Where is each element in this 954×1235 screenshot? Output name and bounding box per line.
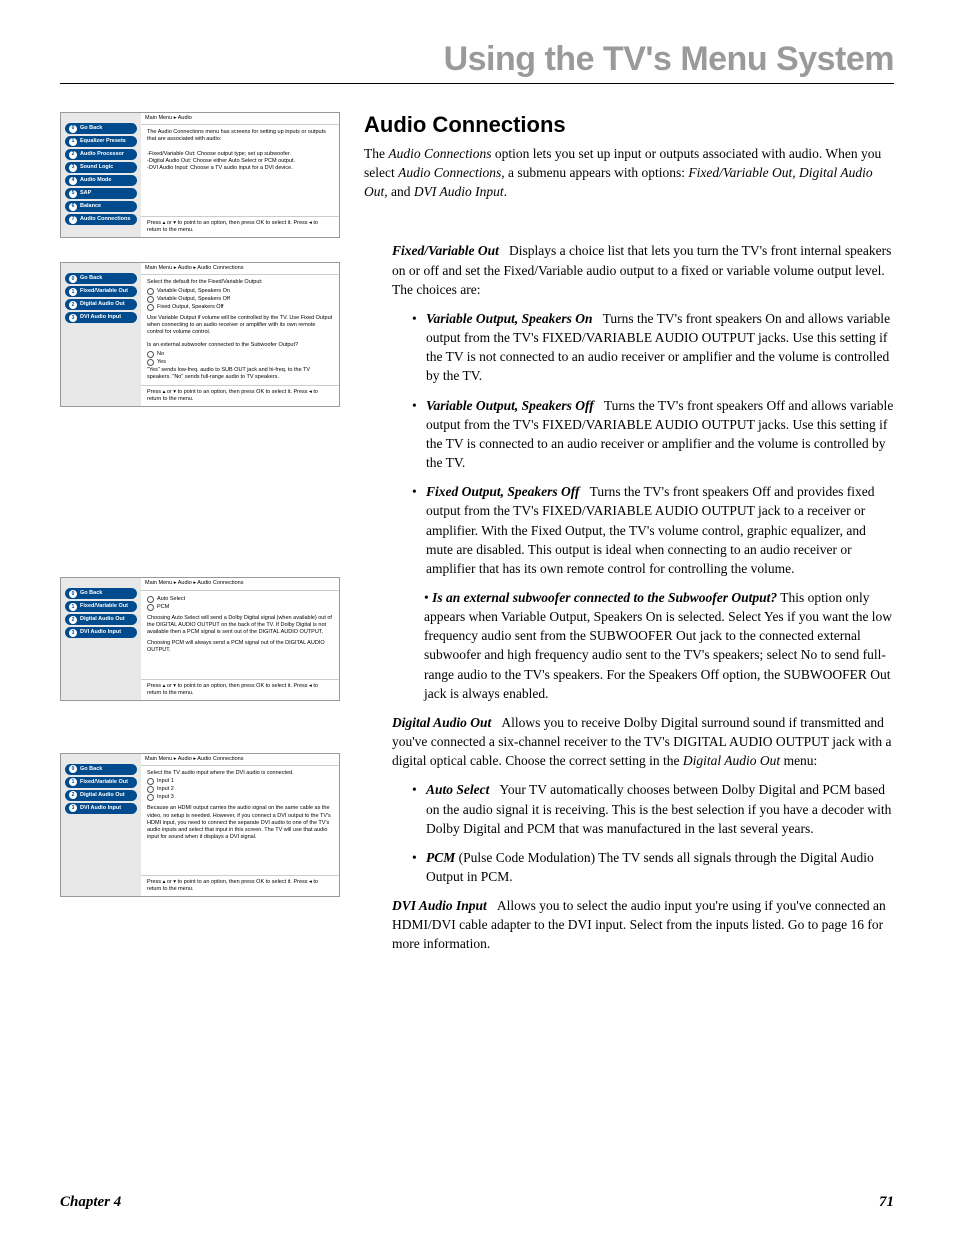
radio-option[interactable]: Auto Select (147, 596, 333, 603)
radio-option[interactable]: Fixed Output, Speakers Off (147, 304, 333, 311)
menu-body: Select the TV audio input where the DVI … (141, 766, 339, 875)
menu-item[interactable]: 0Go Back (65, 588, 137, 599)
menu-item[interactable]: 3Sound Logic (65, 162, 137, 173)
menu-screenshot-fixed-variable: 0Go Back 1Fixed/Variable Out 2Digital Au… (60, 262, 340, 407)
dvi-paragraph: DVI Audio Input Allows you to select the… (392, 896, 894, 953)
intro-paragraph: The Audio Connections option lets you se… (364, 144, 894, 201)
menu-footer: Press ▴ or ▾ to point to an option, then… (141, 216, 339, 237)
list-item: Variable Output, Speakers On Turns the T… (412, 309, 894, 386)
menu-item[interactable]: 0Go Back (65, 764, 137, 775)
page-title: Using the TV's Menu System (60, 40, 894, 79)
radio-option[interactable]: Yes (147, 359, 333, 366)
menu-item[interactable]: 3DVI Audio Input (65, 312, 137, 323)
right-column: Audio Connections The Audio Connections … (364, 112, 894, 964)
menu-footer: Press ▴ or ▾ to point to an option, then… (141, 385, 339, 406)
menu-nav: 0Go Back 1Fixed/Variable Out 2Digital Au… (61, 754, 141, 897)
section-heading: Audio Connections (364, 112, 894, 138)
list-item: PCM (Pulse Code Modulation) The TV sends… (412, 848, 894, 886)
menu-body: Auto Select PCM Choosing Auto Select wil… (141, 591, 339, 679)
menu-body: Select the default for the Fixed/Variabl… (141, 275, 339, 385)
page: Using the TV's Menu System 0Go Back 1Equ… (0, 0, 954, 994)
menu-item[interactable]: 0Go Back (65, 123, 137, 134)
breadcrumb: Main Menu ▸ Audio ▸ Audio Connections (141, 754, 339, 766)
menu-item[interactable]: 1Fixed/Variable Out (65, 777, 137, 788)
menu-item[interactable]: 3DVI Audio Input (65, 803, 137, 814)
menu-footer: Press ▴ or ▾ to point to an option, then… (141, 679, 339, 700)
menu-body: The Audio Connections menu has screens f… (141, 125, 339, 216)
fvo-paragraph: Fixed/Variable Out Displays a choice lis… (392, 241, 894, 298)
menu-item[interactable]: 6Balance (65, 201, 137, 212)
list-item: • Is an external subwoofer connected to … (412, 588, 894, 703)
breadcrumb: Main Menu ▸ Audio ▸ Audio Connections (141, 578, 339, 590)
title-rule (60, 83, 894, 84)
menu-nav: 0Go Back 1Fixed/Variable Out 2Digital Au… (61, 578, 141, 699)
list-item: Auto Select Your TV automatically choose… (412, 780, 894, 837)
radio-option[interactable]: No (147, 351, 333, 358)
left-column: 0Go Back 1Equalizer Presets 2Audio Proce… (60, 112, 340, 964)
breadcrumb: Main Menu ▸ Audio ▸ Audio Connections (141, 263, 339, 275)
menu-item[interactable]: 7Audio Connections (65, 214, 137, 225)
radio-option[interactable]: Variable Output, Speakers On (147, 288, 333, 295)
two-column-layout: 0Go Back 1Equalizer Presets 2Audio Proce… (60, 112, 894, 964)
menu-item[interactable]: 5SAP (65, 188, 137, 199)
menu-item[interactable]: 1Fixed/Variable Out (65, 601, 137, 612)
menu-nav: 0Go Back 1Equalizer Presets 2Audio Proce… (61, 113, 141, 237)
menu-item[interactable]: 1Fixed/Variable Out (65, 286, 137, 297)
list-item: Variable Output, Speakers Off Turns the … (412, 396, 894, 473)
menu-screenshot-dvi-audio: 0Go Back 1Fixed/Variable Out 2Digital Au… (60, 753, 340, 898)
menu-item[interactable]: 1Equalizer Presets (65, 136, 137, 147)
dao-paragraph: Digital Audio Out Allows you to receive … (392, 713, 894, 770)
menu-nav: 0Go Back 1Fixed/Variable Out 2Digital Au… (61, 263, 141, 406)
radio-option[interactable]: Input 1 (147, 778, 333, 785)
menu-item[interactable]: 4Audio Mode (65, 175, 137, 186)
menu-item[interactable]: 0Go Back (65, 273, 137, 284)
radio-option[interactable]: PCM (147, 604, 333, 611)
radio-option[interactable]: Input 2 (147, 786, 333, 793)
menu-item[interactable]: 2Digital Audio Out (65, 790, 137, 801)
menu-item[interactable]: 3DVI Audio Input (65, 627, 137, 638)
menu-footer: Press ▴ or ▾ to point to an option, then… (141, 875, 339, 896)
menu-item[interactable]: 2Digital Audio Out (65, 614, 137, 625)
menu-screenshot-audio: 0Go Back 1Equalizer Presets 2Audio Proce… (60, 112, 340, 238)
radio-option[interactable]: Input 3 (147, 794, 333, 801)
page-number: 71 (879, 1194, 894, 1211)
breadcrumb: Main Menu ▸ Audio (141, 113, 339, 125)
chapter-label: Chapter 4 (60, 1194, 121, 1211)
page-footer: Chapter 4 71 (60, 1194, 894, 1211)
menu-screenshot-digital-audio: 0Go Back 1Fixed/Variable Out 2Digital Au… (60, 577, 340, 700)
radio-option[interactable]: Variable Output, Speakers Off (147, 296, 333, 303)
menu-item[interactable]: 2Digital Audio Out (65, 299, 137, 310)
list-item: Fixed Output, Speakers Off Turns the TV'… (412, 482, 894, 578)
menu-item[interactable]: 2Audio Processor (65, 149, 137, 160)
